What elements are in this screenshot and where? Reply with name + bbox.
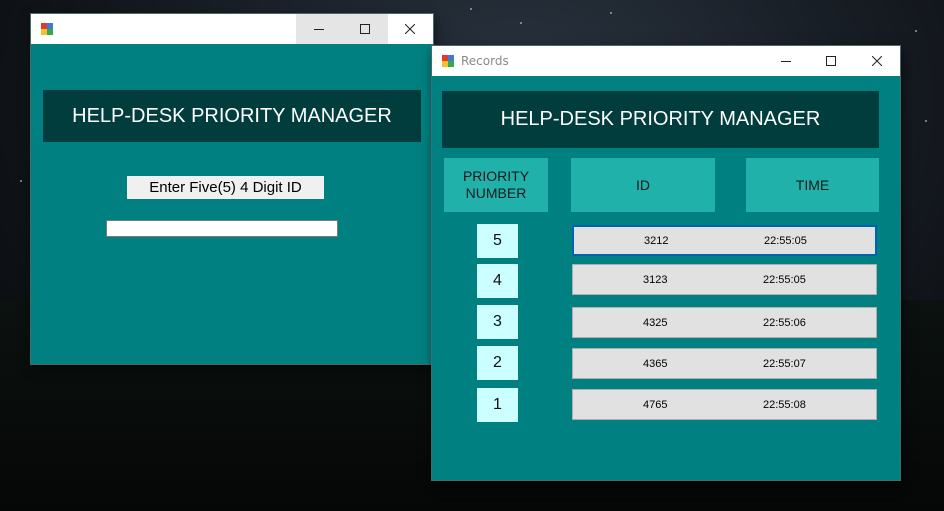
records-window: Records HELP-DESK PRIORITY MANAGER PRIOR… — [432, 46, 900, 480]
priority-cell: 5 — [477, 224, 518, 258]
priority-number-header: PRIORITY NUMBER — [444, 158, 548, 212]
title-bar[interactable] — [31, 14, 433, 44]
close-button[interactable] — [854, 46, 900, 76]
maximize-icon — [360, 24, 370, 34]
record-time: 22:55:08 — [763, 398, 806, 411]
record-id: 4365 — [643, 357, 668, 370]
priority-cell: 3 — [477, 305, 518, 339]
priority-number-header-label: PRIORITY NUMBER — [462, 168, 530, 201]
record-id: 4765 — [643, 398, 668, 411]
close-button[interactable] — [387, 14, 433, 44]
maximize-icon — [826, 56, 836, 66]
record-row[interactable]: 4765 22:55:08 — [572, 389, 877, 420]
id-header: ID — [571, 158, 715, 212]
record-row[interactable]: 3212 22:55:05 — [572, 225, 877, 256]
window-title: Records — [461, 54, 509, 68]
id-prompt-label: Enter Five(5) 4 Digit ID — [127, 176, 324, 199]
id-input[interactable] — [106, 220, 338, 237]
app-icon — [442, 55, 454, 67]
priority-cell: 4 — [477, 264, 518, 298]
minimize-icon — [314, 29, 324, 30]
close-icon — [405, 24, 415, 34]
maximize-button[interactable] — [342, 14, 388, 44]
app-banner: HELP-DESK PRIORITY MANAGER — [43, 90, 421, 142]
app-icon — [41, 23, 53, 35]
record-time: 22:55:07 — [763, 357, 806, 370]
title-bar[interactable]: Records — [432, 46, 900, 76]
record-row[interactable]: 4325 22:55:06 — [572, 307, 877, 338]
record-time: 22:55:05 — [764, 234, 807, 247]
record-row[interactable]: 4365 22:55:07 — [572, 348, 877, 379]
main-window: HELP-DESK PRIORITY MANAGER Enter Five(5)… — [31, 14, 433, 364]
priority-cell: 1 — [477, 388, 518, 422]
minimize-button[interactable] — [763, 46, 809, 76]
priority-cell: 2 — [477, 346, 518, 380]
close-icon — [872, 56, 882, 66]
time-header: TIME — [746, 158, 879, 212]
record-id: 3123 — [643, 273, 668, 286]
record-id: 3212 — [644, 234, 669, 247]
record-time: 22:55:05 — [763, 273, 806, 286]
minimize-icon — [781, 61, 791, 62]
record-id: 4325 — [643, 316, 668, 329]
record-row[interactable]: 3123 22:55:05 — [572, 264, 877, 295]
app-banner: HELP-DESK PRIORITY MANAGER — [442, 91, 879, 148]
record-time: 22:55:06 — [763, 316, 806, 329]
minimize-button[interactable] — [296, 14, 342, 44]
maximize-button[interactable] — [808, 46, 854, 76]
